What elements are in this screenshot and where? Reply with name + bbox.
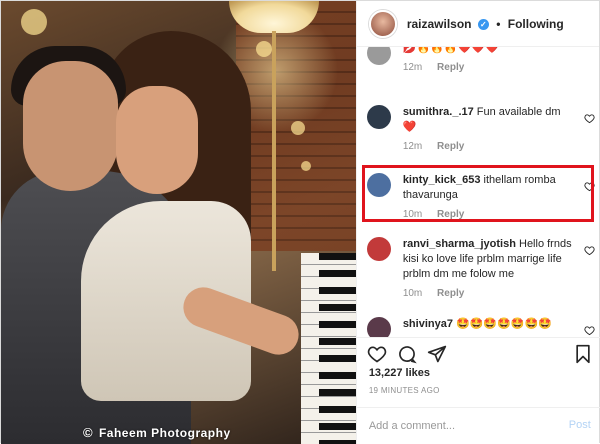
man-face bbox=[23, 61, 118, 191]
comment-time: 12m bbox=[402, 141, 423, 152]
post-comment-button[interactable]: Post bbox=[569, 419, 591, 431]
comment-text: 💋🔥🔥🔥❤️❤️❤️ bbox=[403, 47, 573, 56]
comment-text: shivinya7 🤩🤩🤩🤩🤩🤩🤩 bbox=[403, 317, 573, 332]
reply-button[interactable]: Reply bbox=[437, 141, 464, 152]
bokeh-light bbox=[301, 161, 311, 171]
comment-meta: 12m Reply bbox=[403, 141, 597, 152]
comment-icon[interactable] bbox=[397, 344, 417, 364]
post-header: raizawilson ✓ • Following bbox=[356, 1, 599, 47]
bokeh-light bbox=[291, 121, 305, 135]
comment-text: sumithra._.17 Fun available dm ❤️ bbox=[403, 105, 573, 135]
commenter-avatar[interactable] bbox=[366, 237, 391, 261]
copyright-symbol: © bbox=[83, 425, 94, 440]
commenter-avatar[interactable] bbox=[366, 105, 391, 129]
add-comment-bar: Post bbox=[356, 407, 600, 444]
like-comment-icon[interactable] bbox=[584, 245, 595, 256]
comment-message: 🤩🤩🤩🤩🤩🤩🤩 bbox=[456, 318, 552, 330]
reply-button[interactable]: Reply bbox=[437, 62, 464, 73]
header-separator: • bbox=[496, 16, 501, 31]
likes-count[interactable]: 13,227 likes bbox=[369, 367, 430, 379]
bokeh-light bbox=[256, 41, 272, 57]
piano-black-keys bbox=[319, 253, 356, 444]
commenter-avatar[interactable] bbox=[366, 317, 391, 337]
commenter-username[interactable]: sumithra._.17 bbox=[403, 106, 474, 118]
author-avatar[interactable] bbox=[368, 9, 397, 38]
lamp-pole bbox=[272, 31, 276, 271]
comment-time: 10m bbox=[402, 288, 423, 299]
highlight-box bbox=[362, 165, 594, 222]
post-photo[interactable]: © Faheem Photography bbox=[1, 1, 356, 444]
watermark-text: Faheem Photography bbox=[98, 426, 231, 440]
author-username[interactable]: raizawilson bbox=[407, 17, 472, 31]
post-side-panel: raizawilson ✓ • Following 💋🔥🔥🔥❤️❤️❤️ 12m… bbox=[355, 1, 600, 444]
comment-item: sumithra._.17 Fun available dm ❤️ 12m Re… bbox=[366, 105, 597, 152]
comment-time: 12m bbox=[402, 62, 423, 73]
like-comment-icon[interactable] bbox=[584, 325, 595, 336]
commenter-avatar[interactable] bbox=[366, 47, 391, 65]
comment-meta: 12m Reply bbox=[403, 62, 597, 73]
comment-item: ranvi_sharma_jyotish Hello frnds kisi ko… bbox=[366, 237, 597, 299]
photo-watermark: © Faheem Photography bbox=[83, 425, 231, 440]
commenter-username[interactable]: ranvi_sharma_jyotish bbox=[403, 238, 516, 250]
bookmark-icon[interactable] bbox=[573, 344, 593, 364]
comment-item: shivinya7 🤩🤩🤩🤩🤩🤩🤩 bbox=[366, 317, 597, 337]
post-actions-bar bbox=[356, 337, 600, 371]
comment-meta: 10m Reply bbox=[403, 288, 597, 299]
comment-text: ranvi_sharma_jyotish Hello frnds kisi ko… bbox=[403, 237, 573, 282]
commenter-username[interactable]: shivinya7 bbox=[403, 318, 453, 330]
reply-button[interactable]: Reply bbox=[437, 288, 464, 299]
comment-input[interactable] bbox=[368, 417, 549, 435]
woman-face bbox=[116, 86, 198, 194]
bokeh-light bbox=[21, 9, 47, 35]
share-icon[interactable] bbox=[427, 344, 447, 364]
post-timestamp: 19 MINUTES AGO bbox=[368, 386, 440, 395]
verified-badge-icon: ✓ bbox=[477, 18, 489, 30]
comment-message: 💋🔥🔥🔥❤️❤️❤️ bbox=[402, 47, 499, 54]
following-button[interactable]: Following bbox=[508, 17, 564, 31]
heart-icon[interactable] bbox=[367, 344, 387, 364]
comment-item: 💋🔥🔥🔥❤️❤️❤️ 12m Reply bbox=[366, 47, 597, 73]
like-comment-icon[interactable] bbox=[584, 113, 595, 124]
author-info: raizawilson ✓ • Following bbox=[407, 17, 564, 31]
